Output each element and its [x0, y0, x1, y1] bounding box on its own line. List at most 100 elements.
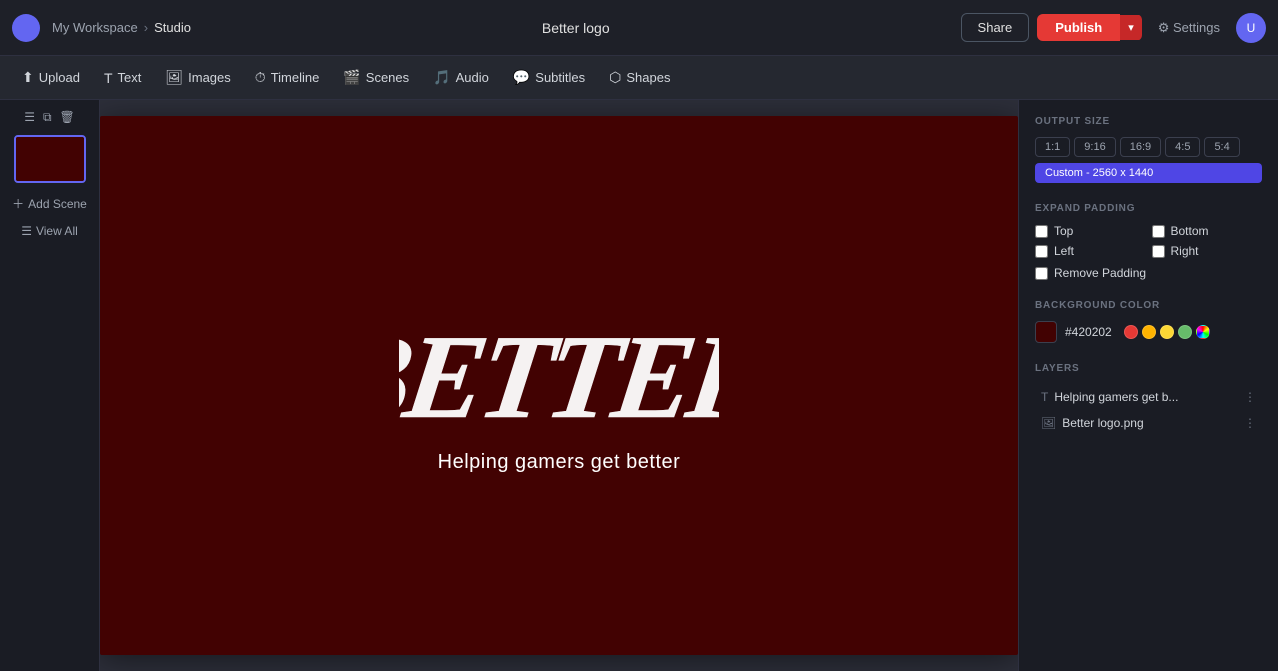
workspace-link[interactable]: My Workspace — [52, 20, 138, 35]
color-swatch-main[interactable] — [1035, 321, 1057, 343]
upload-icon: ⬆ — [22, 69, 34, 86]
audio-icon: 🎵 — [433, 69, 450, 86]
breadcrumb: My Workspace › Studio — [52, 20, 191, 35]
layer-delete-icon-2[interactable]: ⋮ — [1244, 416, 1256, 430]
canvas-content: BETTER Helping gamers get better — [399, 297, 719, 474]
padding-left-row[interactable]: Left — [1035, 244, 1146, 258]
padding-top-row[interactable]: Top — [1035, 224, 1146, 238]
padding-right-label: Right — [1171, 244, 1199, 258]
color-picker-icon[interactable] — [1196, 325, 1210, 339]
timeline-icon: ⏱ — [255, 69, 266, 86]
scene-thumbnail[interactable] — [14, 135, 86, 183]
text-button[interactable]: T Text — [94, 64, 151, 92]
toolbar: ⬆ Upload T Text 🖼 Images ⏱ Timeline 🎬 Sc… — [0, 56, 1278, 100]
scene-thumb-inner — [16, 137, 84, 181]
shapes-button[interactable]: ⬡ Shapes — [599, 63, 680, 92]
canvas-tagline: Helping gamers get better — [438, 451, 681, 474]
color-row: #420202 — [1035, 321, 1262, 343]
right-panel: OUTPUT SIZE 1:1 9:16 16:9 4:5 5:4 Custom… — [1018, 100, 1278, 671]
color-hex-value: #420202 — [1065, 325, 1112, 339]
expand-padding-section: EXPAND PADDING Top Bottom Left Right — [1035, 203, 1262, 280]
settings-button[interactable]: ⚙ Settings — [1158, 20, 1220, 36]
padding-left-label: Left — [1054, 244, 1074, 258]
padding-bottom-label: Bottom — [1171, 224, 1209, 238]
padding-bottom-row[interactable]: Bottom — [1152, 224, 1263, 238]
remove-padding-checkbox[interactable] — [1035, 267, 1048, 280]
background-color-section: BACKGROUND COLOR #420202 — [1035, 300, 1262, 343]
scene-thumb-toolbar: ☰ ⧉ 🗑 — [21, 108, 78, 127]
scenes-icon: 🎬 — [343, 69, 360, 86]
audio-button[interactable]: 🎵 Audio — [423, 63, 499, 92]
layers-section: LAYERS T Helping gamers get b... ⋮ 🖼 Bet… — [1035, 363, 1262, 436]
canvas-area: BETTER Helping gamers get better — [100, 100, 1018, 671]
size-btn-16-9[interactable]: 16:9 — [1120, 137, 1161, 157]
timeline-button[interactable]: ⏱ Timeline — [245, 63, 330, 92]
text-layer-icon: T — [1041, 390, 1048, 404]
color-preset-red[interactable] — [1124, 325, 1138, 339]
layer-delete-icon[interactable]: ⋮ — [1244, 390, 1256, 404]
layer-name-image: Better logo.png — [1062, 416, 1143, 430]
expand-padding-label: EXPAND PADDING — [1035, 203, 1262, 214]
add-scene-icon: ＋ — [12, 195, 24, 212]
custom-size-button[interactable]: Custom - 2560 x 1440 — [1035, 163, 1262, 183]
padding-right-row[interactable]: Right — [1152, 244, 1263, 258]
publish-group: Publish ▾ — [1037, 14, 1141, 41]
publish-dropdown-button[interactable]: ▾ — [1120, 15, 1142, 40]
project-title: Better logo — [199, 20, 953, 36]
size-btn-4-5[interactable]: 4:5 — [1165, 137, 1200, 157]
duplicate-icon[interactable]: ⧉ — [40, 108, 55, 127]
user-avatar[interactable]: U — [1236, 13, 1266, 43]
add-scene-button[interactable]: ＋ Add Scene — [6, 191, 93, 216]
layer-actions: ⋮ — [1244, 390, 1256, 404]
view-all-button[interactable]: ☰ View All — [15, 220, 84, 242]
remove-padding-row[interactable]: Remove Padding — [1035, 266, 1262, 280]
padding-bottom-checkbox[interactable] — [1152, 225, 1165, 238]
padding-top-label: Top — [1054, 224, 1073, 238]
layer-item-text[interactable]: T Helping gamers get b... ⋮ — [1035, 384, 1262, 410]
color-preset-amber[interactable] — [1142, 325, 1156, 339]
svg-text:BETTER: BETTER — [399, 312, 719, 444]
sidebar: ☰ ⧉ 🗑 ＋ Add Scene ☰ View All — [0, 100, 100, 671]
output-size-label: OUTPUT SIZE — [1035, 116, 1262, 127]
layer-left: T Helping gamers get b... — [1041, 390, 1238, 404]
upload-button[interactable]: ⬆ Upload — [12, 63, 90, 92]
studio-label: Studio — [154, 20, 191, 35]
text-icon: T — [104, 70, 113, 86]
size-btn-1-1[interactable]: 1:1 — [1035, 137, 1070, 157]
padding-right-checkbox[interactable] — [1152, 245, 1165, 258]
better-logo-svg: BETTER — [399, 297, 719, 447]
main-layout: ☰ ⧉ 🗑 ＋ Add Scene ☰ View All BETTER Help… — [0, 100, 1278, 671]
size-btn-5-4[interactable]: 5:4 — [1204, 137, 1239, 157]
breadcrumb-separator: › — [144, 20, 148, 35]
images-icon: 🖼 — [165, 69, 183, 86]
images-button[interactable]: 🖼 Images — [155, 63, 240, 92]
layers-label: LAYERS — [1035, 363, 1262, 374]
layer-actions-2: ⋮ — [1244, 416, 1256, 430]
list-icon[interactable]: ☰ — [21, 108, 38, 127]
size-btn-9-16[interactable]: 9:16 — [1074, 137, 1115, 157]
shapes-icon: ⬡ — [609, 69, 621, 86]
share-button[interactable]: Share — [961, 13, 1030, 42]
color-preset-yellow[interactable] — [1160, 325, 1174, 339]
subtitles-button[interactable]: 💬 Subtitles — [503, 63, 595, 92]
color-preset-green[interactable] — [1178, 325, 1192, 339]
view-all-icon: ☰ — [21, 224, 32, 238]
delete-icon[interactable]: 🗑 — [57, 108, 78, 127]
subtitles-icon: 💬 — [513, 69, 530, 86]
remove-padding-label: Remove Padding — [1054, 266, 1146, 280]
publish-button[interactable]: Publish — [1037, 14, 1120, 41]
padding-left-checkbox[interactable] — [1035, 245, 1048, 258]
layer-left-2: 🖼 Better logo.png — [1041, 416, 1238, 430]
background-color-label: BACKGROUND COLOR — [1035, 300, 1262, 311]
output-size-section: OUTPUT SIZE 1:1 9:16 16:9 4:5 5:4 Custom… — [1035, 116, 1262, 183]
size-buttons: 1:1 9:16 16:9 4:5 5:4 — [1035, 137, 1262, 157]
scenes-button[interactable]: 🎬 Scenes — [333, 63, 419, 92]
layer-item-image[interactable]: 🖼 Better logo.png ⋮ — [1035, 410, 1262, 436]
padding-grid: Top Bottom Left Right — [1035, 224, 1262, 258]
padding-top-checkbox[interactable] — [1035, 225, 1048, 238]
image-layer-icon: 🖼 — [1041, 416, 1056, 430]
canvas[interactable]: BETTER Helping gamers get better — [100, 116, 1018, 655]
top-bar: My Workspace › Studio Better logo Share … — [0, 0, 1278, 56]
layer-name-text: Helping gamers get b... — [1054, 390, 1178, 404]
color-presets — [1124, 325, 1210, 339]
